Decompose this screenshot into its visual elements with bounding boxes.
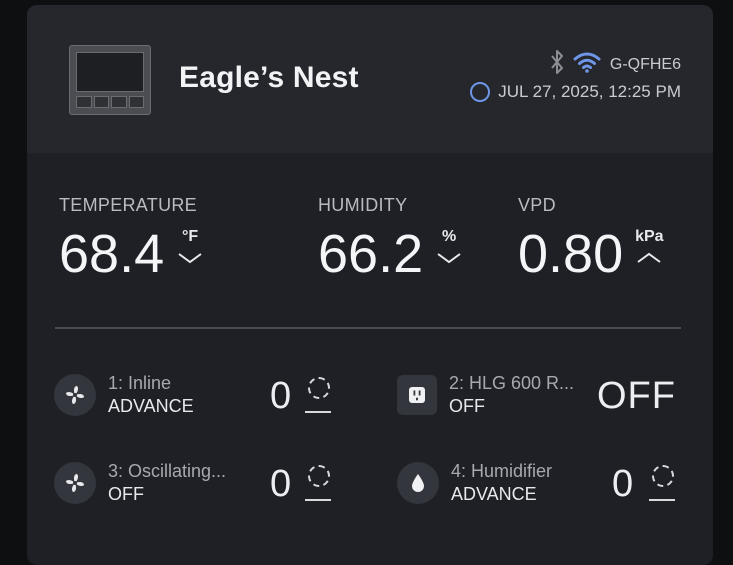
card-header: Eagle’s Nest G-QFHE6 JUL 27, 2025, 12:25… [27,5,713,153]
datetime-text: JUL 27, 2025, 12:25 PM [498,82,681,101]
device-id: G-QFHE6 [609,55,681,73]
device-name: 2: HLG 600 R... [449,373,575,393]
humidity-value: 66.2 [318,224,424,284]
humidity-unit: % [441,228,457,245]
vpd-label: VPD [518,195,556,215]
temperature-unit: °F [182,228,199,245]
device-level: OFF [597,375,676,417]
divider [55,327,681,329]
device-level: 0 [612,463,634,505]
device-name: 3: Oscillating... [108,461,227,481]
device-port-3[interactable]: 3: Oscillating... OFF [54,461,226,505]
level-dial-icon[interactable] [305,377,331,413]
controller-title: Eagle’s Nest [179,61,359,94]
temperature-metric: TEMPERATURE 68.4 °F [59,195,204,282]
connection-status: G-QFHE6 [550,49,681,80]
temperature-value: 68.4 [59,224,165,284]
device-thumbnail[interactable] [69,45,151,115]
device-mode: OFF [108,484,144,504]
fan-icon [54,462,96,504]
trend-down-icon [178,253,202,264]
bluetooth-icon [550,49,564,80]
vpd-metric: VPD 0.80 kPa [518,195,664,282]
wifi-icon [572,51,602,78]
level-dial-icon[interactable] [305,465,331,501]
device-port-1[interactable]: 1: Inline ADVANCE [54,373,194,417]
device-name: 4: Humidifier [451,461,553,481]
device-level: 0 [270,463,292,505]
vpd-unit: kPa [635,228,664,245]
device-mode: ADVANCE [108,396,194,416]
device-mode: OFF [449,396,485,416]
device-level: 0 [270,375,292,417]
trend-up-icon [637,252,661,263]
outlet-icon [397,375,437,415]
vpd-value: 0.80 [518,224,624,284]
trend-down-icon [437,253,461,264]
device-mode: ADVANCE [451,484,537,504]
level-dial-icon[interactable] [649,465,675,501]
fan-icon [54,374,96,416]
device-name: 1: Inline [108,373,172,393]
humidity-label: HUMIDITY [318,195,408,215]
device-port-4[interactable]: 4: Humidifier ADVANCE [397,461,552,505]
controller-card: Eagle’s Nest G-QFHE6 JUL 27, 2025, 12:25… [27,5,713,565]
water-drop-icon [397,462,439,504]
device-port-2[interactable]: 2: HLG 600 R... OFF [397,373,574,417]
temperature-label: TEMPERATURE [59,195,197,215]
status-ring-icon [470,82,491,102]
humidity-metric: HUMIDITY 66.2 % [318,195,463,282]
last-update: JUL 27, 2025, 12:25 PM [470,82,681,102]
